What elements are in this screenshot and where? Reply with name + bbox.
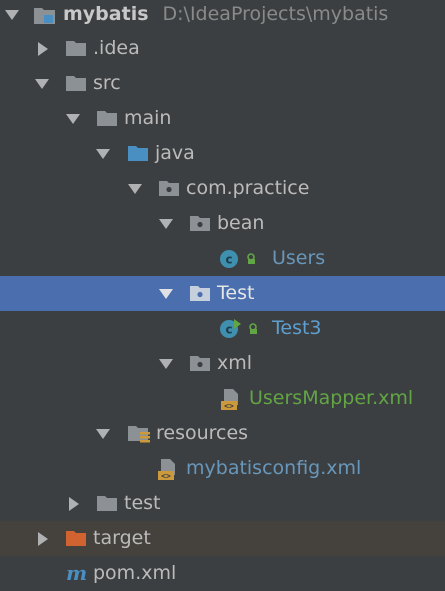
tree-label-test-package: Test: [217, 282, 255, 304]
tree-row-target[interactable]: target: [0, 521, 445, 556]
java-class-runnable-icon: c: [219, 311, 241, 346]
tree-label-src: src: [93, 72, 121, 94]
tree-label-test-dir: test: [124, 492, 161, 514]
collapse-arrow-icon[interactable]: [35, 31, 49, 66]
svg-text:c: c: [225, 323, 232, 337]
expand-arrow-icon[interactable]: [128, 171, 142, 206]
project-name-text: mybatis: [63, 3, 149, 25]
tree-row-test-dir[interactable]: test: [0, 486, 445, 521]
svg-text:c: c: [225, 253, 232, 267]
tree-row-test-package[interactable]: Test: [0, 276, 445, 311]
xml-file-icon: <>: [220, 381, 242, 416]
resources-folder-icon: [127, 416, 153, 451]
tree-row-mybatisconfig[interactable]: <> mybatisconfig.xml: [0, 451, 445, 486]
project-path: D:\IdeaProjects\mybatis: [162, 3, 389, 25]
tree-row-resources[interactable]: resources: [0, 416, 445, 451]
tree-row-test3[interactable]: c Test3: [0, 311, 445, 346]
tree-label-mybatisconfig: mybatisconfig.xml: [186, 457, 362, 479]
project-tree: mybatis D:\IdeaProjects\mybatis .idea src…: [0, 0, 445, 590]
tree-label-users-mapper: UsersMapper.xml: [249, 387, 414, 409]
expand-arrow-icon[interactable]: [159, 206, 173, 241]
expand-arrow-icon[interactable]: [5, 0, 19, 32]
tree-label-test3: Test3: [272, 317, 322, 339]
tree-row-pom[interactable]: m pom.xml: [0, 556, 445, 591]
folder-icon: [96, 101, 118, 136]
source-root-folder-icon: [127, 136, 149, 171]
package-icon: [189, 206, 211, 241]
tree-row-src[interactable]: src: [0, 66, 445, 101]
folder-icon: [65, 31, 87, 66]
access-lock-icon: [244, 241, 260, 276]
package-icon: [158, 171, 180, 206]
expand-arrow-icon[interactable]: [96, 416, 110, 451]
tree-row-users[interactable]: c Users: [0, 241, 445, 276]
tree-label-target: target: [93, 527, 151, 549]
tree-row-main[interactable]: main: [0, 101, 445, 136]
package-icon: [189, 276, 211, 311]
tree-label-pom: pom.xml: [93, 562, 177, 584]
tree-row-xml[interactable]: xml: [0, 346, 445, 381]
tree-label-java: java: [155, 142, 195, 164]
tree-label-users: Users: [272, 247, 326, 269]
folder-icon: [96, 486, 118, 521]
collapse-arrow-icon[interactable]: [35, 521, 49, 556]
tree-label-bean: bean: [217, 212, 265, 234]
tree-row-java[interactable]: java: [0, 136, 445, 171]
tree-row-idea[interactable]: .idea: [0, 31, 445, 66]
maven-icon: m: [65, 556, 87, 591]
tree-row-bean[interactable]: bean: [0, 206, 445, 241]
expand-arrow-icon[interactable]: [66, 101, 80, 136]
tree-row-com-practice[interactable]: com.practice: [0, 171, 445, 206]
tree-label-xml: xml: [217, 352, 253, 374]
tree-label-com-practice: com.practice: [186, 177, 310, 199]
tree-label-resources: resources: [156, 422, 249, 444]
excluded-folder-icon: [65, 521, 87, 556]
expand-arrow-icon[interactable]: [159, 276, 173, 311]
project-name: mybatis D:\IdeaProjects\mybatis: [63, 0, 388, 32]
java-class-icon: c: [219, 241, 241, 276]
expand-arrow-icon[interactable]: [159, 346, 173, 381]
svg-text:<>: <>: [224, 402, 234, 411]
tree-row-users-mapper[interactable]: <> UsersMapper.xml: [0, 381, 445, 416]
access-lock-icon: [246, 311, 262, 346]
project-folder-icon: [33, 0, 55, 32]
expand-arrow-icon[interactable]: [35, 66, 49, 101]
collapse-arrow-icon[interactable]: [66, 486, 80, 521]
svg-text:m: m: [66, 563, 87, 585]
tree-row-project-root[interactable]: mybatis D:\IdeaProjects\mybatis: [0, 0, 445, 32]
expand-arrow-icon[interactable]: [96, 136, 110, 171]
tree-label-idea: .idea: [93, 37, 140, 59]
folder-icon: [65, 66, 87, 101]
package-icon: [189, 346, 211, 381]
tree-label-main: main: [124, 107, 172, 129]
svg-text:<>: <>: [161, 472, 171, 481]
xml-file-icon: <>: [157, 451, 179, 486]
